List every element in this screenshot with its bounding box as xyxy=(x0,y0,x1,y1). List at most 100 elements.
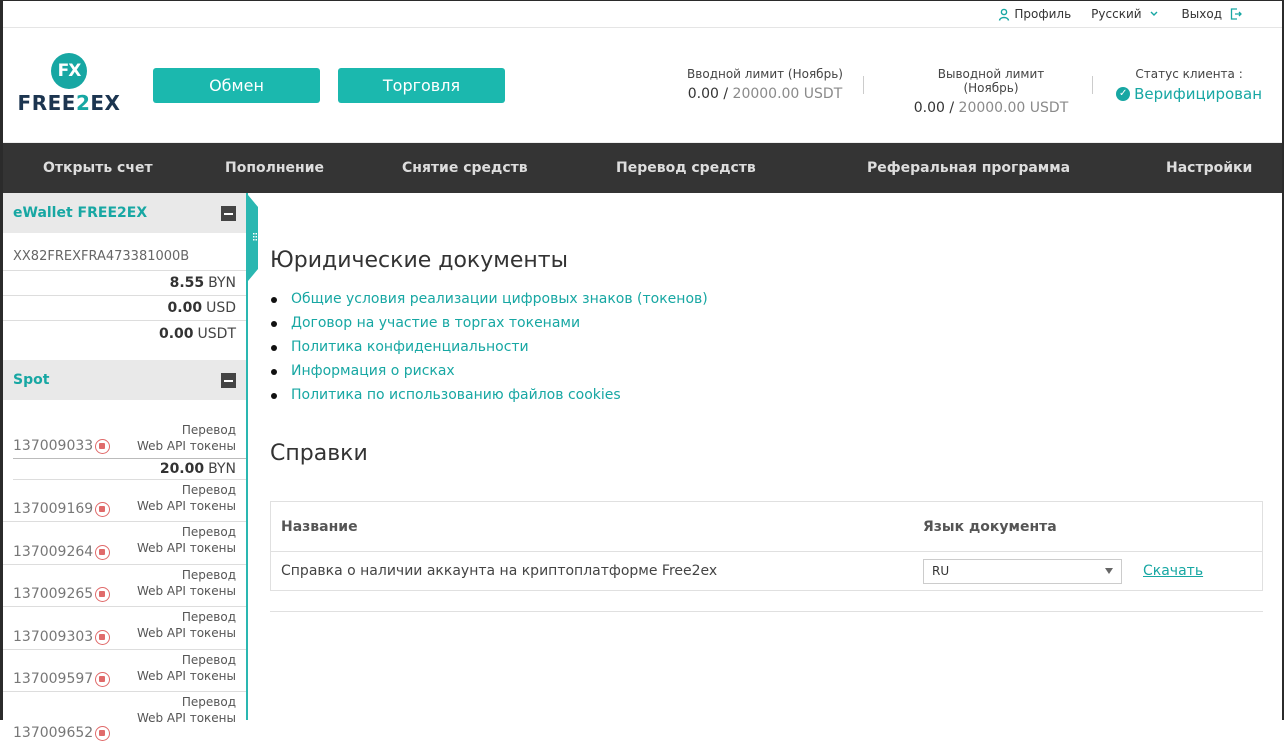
nav-open-account[interactable]: Открыть счет xyxy=(43,160,153,176)
spot-account-number: 137009033 xyxy=(13,438,111,454)
spot-account-number: 137009265 xyxy=(13,586,111,602)
doc-link-cookies[interactable]: Политика по использованию файлов cookies xyxy=(291,387,621,403)
collapse-icon[interactable] xyxy=(221,205,236,221)
spot-account-number: 137009169 xyxy=(13,501,111,517)
exchange-button[interactable]: Обмен xyxy=(153,68,320,103)
language-dropdown[interactable]: RU xyxy=(923,558,1122,584)
spot-account-row[interactable]: 137009303 Перевод Web API токены xyxy=(3,607,246,650)
profile-label: Профиль xyxy=(1014,7,1072,21)
list-item: Договор на участие в торгах токенами xyxy=(270,311,1263,335)
verified-check-icon: ✓ xyxy=(1116,87,1131,101)
divider xyxy=(270,611,1263,612)
certificate-name: Справка о наличии аккаунта на криптоплат… xyxy=(281,563,718,579)
free2ex-logo[interactable]: FX FREE2EX xyxy=(17,53,121,117)
certificates-title: Справки xyxy=(270,441,368,466)
nav-referral[interactable]: Реферальная программа xyxy=(867,160,1070,176)
balance-row: 0.00 USDT xyxy=(158,325,236,342)
collapse-icon[interactable] xyxy=(221,372,236,388)
spot-account-number: 137009303 xyxy=(13,629,111,645)
spot-account-row[interactable]: 137009652 Перевод Web API токены xyxy=(3,692,246,741)
doc-link-trading-agreement[interactable]: Договор на участие в торгах токенами xyxy=(291,315,580,331)
header: FX FREE2EX Обмен Торговля Вводной лимит … xyxy=(3,28,1282,143)
output-limit: Выводной лимит (Ноябрь) 0.00 / 20000.00 … xyxy=(910,67,1072,116)
spot-account-number: 137009652 xyxy=(13,725,111,741)
divider xyxy=(1092,76,1093,94)
token-icon xyxy=(95,725,111,741)
certificates-table: Название Язык документа Справка о наличи… xyxy=(270,501,1263,591)
token-icon xyxy=(95,671,111,687)
spot-account-row[interactable]: 137009264 Перевод Web API токены xyxy=(3,522,246,565)
logout-icon xyxy=(1230,8,1242,20)
list-item: Политика конфиденциальности xyxy=(270,335,1263,359)
doc-link-terms[interactable]: Общие условия реализации цифровых знаков… xyxy=(291,291,708,307)
input-limit: Вводной лимит (Ноябрь) 0.00 / 20000.00 U… xyxy=(687,67,843,102)
spot-account-row[interactable]: 137009265 Перевод Web API токены xyxy=(3,565,246,607)
nav-settings[interactable]: Настройки xyxy=(1166,160,1252,176)
table-header-row: Название Язык документа xyxy=(271,502,1262,552)
ewallet-account-number[interactable]: XX82FREXFRA473381000B xyxy=(3,233,246,271)
spot-balance-row: 20.00 BYN xyxy=(13,458,246,480)
spot-account-label: Перевод Web API токены xyxy=(136,483,236,513)
ewallet-title: eWallet FREE2EX xyxy=(13,205,148,221)
ewallet-header[interactable]: eWallet FREE2EX xyxy=(3,193,246,233)
list-item: Информация о рисках xyxy=(270,359,1263,383)
spot-header[interactable]: Spot xyxy=(3,360,246,400)
logout-link[interactable]: Выход xyxy=(1182,7,1246,21)
logo-mark: FX xyxy=(51,53,87,89)
legal-documents-list: Общие условия реализации цифровых знаков… xyxy=(270,287,1263,407)
output-limit-label: Выводной лимит (Ноябрь) xyxy=(937,67,1045,95)
main-nav: Открыть счет Пополнение Снятие средств П… xyxy=(3,143,1282,193)
language-dropdown-value: RU xyxy=(932,564,950,578)
input-limit-value: 0.00 / 20000.00 USDT xyxy=(687,86,843,102)
spot-account-label: Перевод Web API токены xyxy=(136,695,236,725)
accounts-sidebar: eWallet FREE2EX XX82FREXFRA473381000B 8.… xyxy=(3,193,248,741)
language-label: Русский xyxy=(1091,7,1142,21)
trade-button[interactable]: Торговля xyxy=(338,68,505,103)
column-header-language: Язык документа xyxy=(923,518,1057,535)
token-icon xyxy=(95,629,111,645)
client-status: Статус клиента : ✓ Верифицирован xyxy=(1116,67,1262,103)
spot-account-number: 137009597 xyxy=(13,671,111,687)
token-icon xyxy=(95,586,111,602)
input-limit-label: Вводной лимит (Ноябрь) xyxy=(687,67,843,81)
profile-link[interactable]: Профиль xyxy=(998,7,1071,21)
client-status-value: ✓ Верифицирован xyxy=(1116,85,1262,103)
main-content: Юридические документы Общие условия реал… xyxy=(270,193,1263,612)
nav-deposit[interactable]: Пополнение xyxy=(225,160,324,176)
language-select[interactable]: Русский xyxy=(1091,7,1161,21)
token-icon xyxy=(95,501,111,517)
balance-row: 8.55 BYN xyxy=(3,271,246,296)
spot-account-label: Перевод Web API токены xyxy=(136,610,236,640)
spot-account-label: Перевод Web API токены xyxy=(136,568,236,598)
output-limit-value: 0.00 / 20000.00 USDT xyxy=(913,100,1069,116)
download-link[interactable]: Скачать xyxy=(1143,563,1203,579)
dropdown-arrow-icon xyxy=(1105,568,1113,574)
spot-account-label: Перевод Web API токены xyxy=(136,423,236,453)
doc-link-risks[interactable]: Информация о рисках xyxy=(291,363,455,379)
top-bar: Профиль Русский Выход xyxy=(3,0,1282,28)
legal-documents-title: Юридические документы xyxy=(270,248,568,273)
balance-row: 0.00 USD xyxy=(3,296,246,321)
spot-account-label: Перевод Web API токены xyxy=(136,653,236,683)
sidebar-toggle-handle[interactable] xyxy=(248,195,260,281)
logout-label: Выход xyxy=(1181,7,1222,21)
list-item: Общие условия реализации цифровых знаков… xyxy=(270,287,1263,311)
spot-account-row[interactable]: 137009033 Перевод Web API токены xyxy=(3,415,246,458)
token-icon xyxy=(95,544,111,560)
chevron-down-icon xyxy=(1150,11,1158,16)
client-status-label: Статус клиента : xyxy=(1135,67,1243,81)
spot-account-row[interactable]: 137009597 Перевод Web API токены xyxy=(3,650,246,692)
nav-withdraw[interactable]: Снятие средств xyxy=(402,160,528,176)
token-icon xyxy=(95,438,111,454)
spot-account-number: 137009264 xyxy=(13,544,111,560)
logo-wordmark: FREE2EX xyxy=(17,91,121,115)
spot-account-row[interactable]: 137009169 Перевод Web API токены xyxy=(3,480,246,522)
spot-account-label: Перевод Web API токены xyxy=(136,525,236,555)
user-icon xyxy=(999,8,1010,21)
nav-transfer[interactable]: Перевод средств xyxy=(616,160,756,176)
column-header-name: Название xyxy=(281,518,358,535)
doc-link-privacy[interactable]: Политика конфиденциальности xyxy=(291,339,529,355)
list-item: Политика по использованию файлов cookies xyxy=(270,383,1263,407)
